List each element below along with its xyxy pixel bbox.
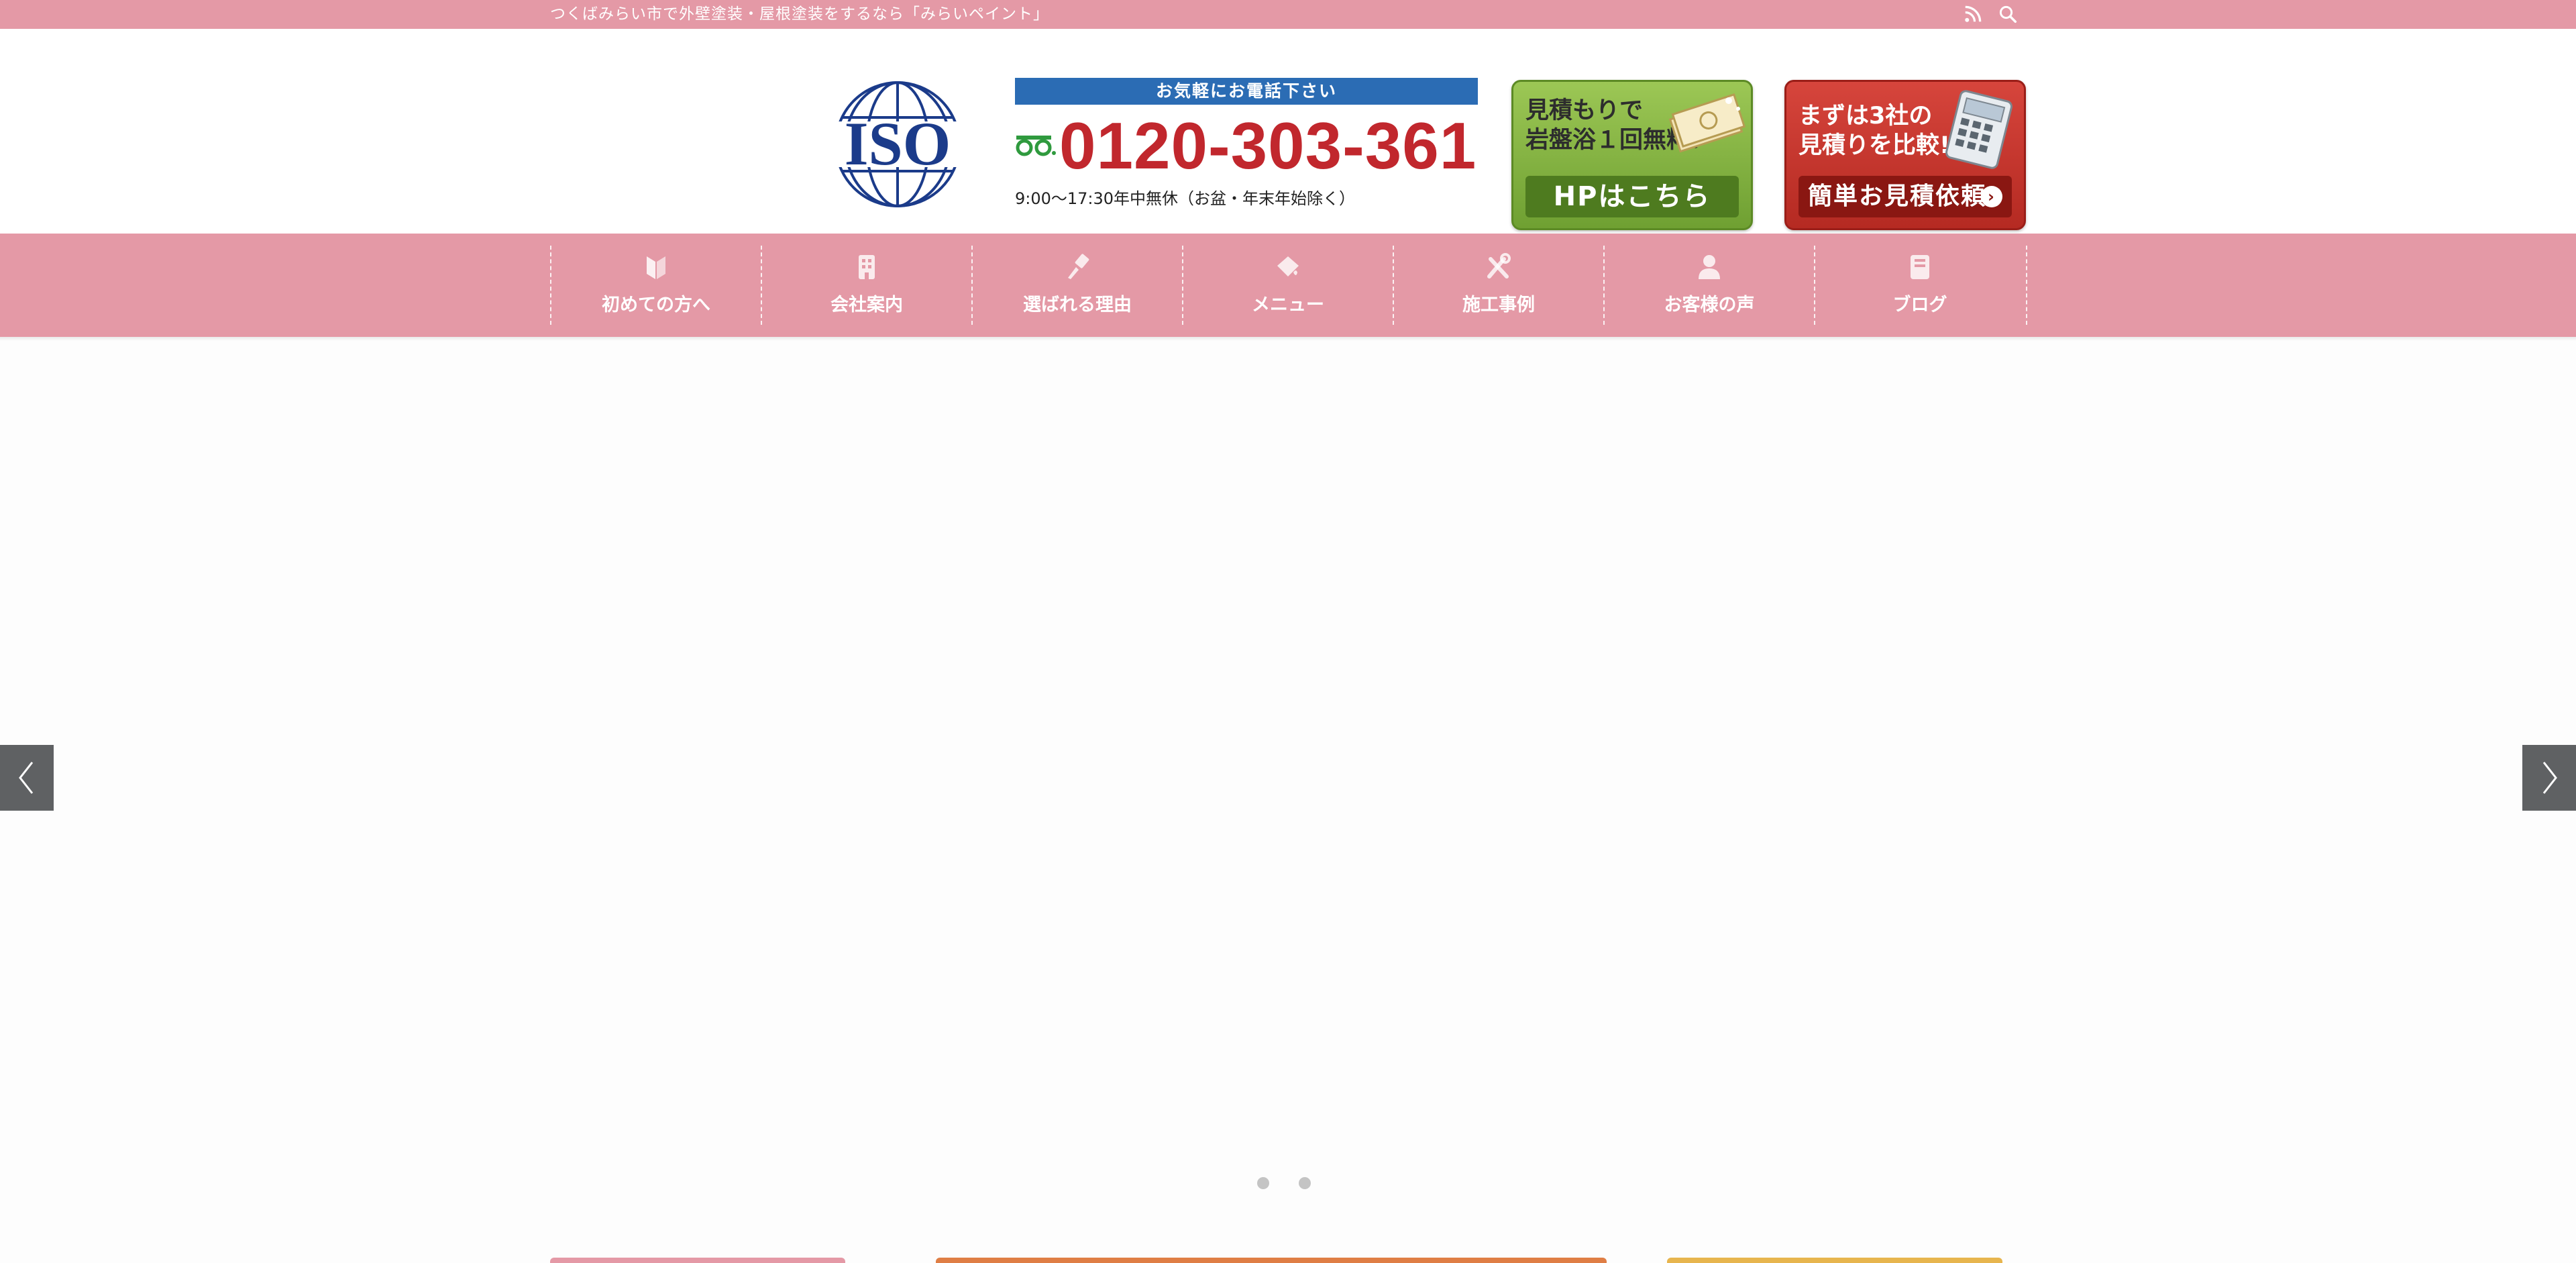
business-hours: 9:00〜17:30年中無休（お盆・年末年始除く） [1015,189,1356,208]
paint-bucket-icon [1273,252,1303,282]
nav-label: 初めての方へ [602,295,710,315]
banner-red-line1: まずは3社の [1799,103,1933,130]
site-tagline: つくばみらい市で外壁塗装・屋根塗装をするなら「みらいペイント」 [550,5,1049,23]
nav-label: ブログ [1892,295,1947,315]
nav-item-voices[interactable]: お客様の声 [1603,246,1814,325]
nav-label: 施工事例 [1462,295,1535,315]
nav-label: お客様の声 [1664,295,1755,315]
estimate-request-banner[interactable]: まずは3社の 見積りを比較!! 簡単お見積依頼 › [1784,80,2026,230]
banner-red-cta: 簡単お見積依頼 › [1799,176,2012,217]
nav-item-reasons[interactable]: 選ばれる理由 [971,246,1182,325]
slider-prev-button[interactable] [0,745,54,811]
person-icon [1695,252,1724,282]
book-icon [1905,252,1935,282]
beginner-icon [641,252,671,282]
chevron-left-icon [19,762,34,794]
nav-item-works[interactable]: 施工事例 [1393,246,1603,325]
nav-item-blog[interactable]: ブログ [1814,246,2025,325]
search-icon[interactable] [1998,4,2018,24]
money-icon [1668,93,1746,153]
nav-item-menu[interactable]: メニュー [1182,246,1393,325]
paintbrush-icon [1063,252,1092,282]
slider-next-button[interactable] [2522,745,2576,811]
building-icon [852,252,881,282]
content-card-top-edge [1667,1258,2002,1263]
slider-pagination [1257,1177,1311,1191]
phone-number[interactable]: 0120-303-361 [1059,109,1477,183]
hero-slider [0,341,2576,1240]
tools-icon [1484,252,1513,282]
phone-contact: お気軽にお電話下さい 0120-303-361 9:00〜17:30年中無休（お… [1015,78,1478,219]
global-nav: 初めての方へ 会社案内 選ばれる理由 メニュー 施工事例 お客様の声 ブログ [0,234,2576,337]
rss-icon[interactable] [1963,4,1983,24]
nav-item-beginner[interactable]: 初めての方へ [550,246,761,325]
nav-item-company[interactable]: 会社案内 [761,246,971,325]
nav-label: メニュー [1252,295,1324,315]
iso-logo-text: ISO [845,109,951,178]
gansenyoku-hp-banner[interactable]: 見積もりで 岩盤浴１回無料！ HPはこちら [1511,80,1753,230]
banner-green-line1: 見積もりで [1525,97,1644,124]
nav-label: 会社案内 [830,295,903,315]
slider-dot[interactable] [1299,1177,1311,1189]
top-bar: つくばみらい市で外壁塗装・屋根塗装をするなら「みらいペイント」 [0,0,2576,29]
freedial-icon [1016,136,1056,156]
content-card-top-edge [936,1258,1607,1263]
chevron-right-icon [2542,762,2557,794]
slider-dot[interactable] [1257,1177,1269,1189]
banner-green-cta: HPはこちら [1525,176,1739,217]
banner-red-line2: 見積りを比較!! [1799,132,1961,159]
calculator-icon [1945,90,2012,169]
nav-label: 選ばれる理由 [1023,295,1132,315]
site-header: ISO お気軽にお電話下さい 0120-303-361 9:00〜17:30年中… [0,29,2576,234]
banner-red-cta-label: 簡単お見積依頼 [1808,183,1987,210]
iso-logo[interactable]: ISO [812,64,983,225]
chevron-right-icon: › [1981,186,2002,207]
call-label: お気軽にお電話下さい [1015,78,1478,105]
content-card-top-edge [550,1258,845,1263]
